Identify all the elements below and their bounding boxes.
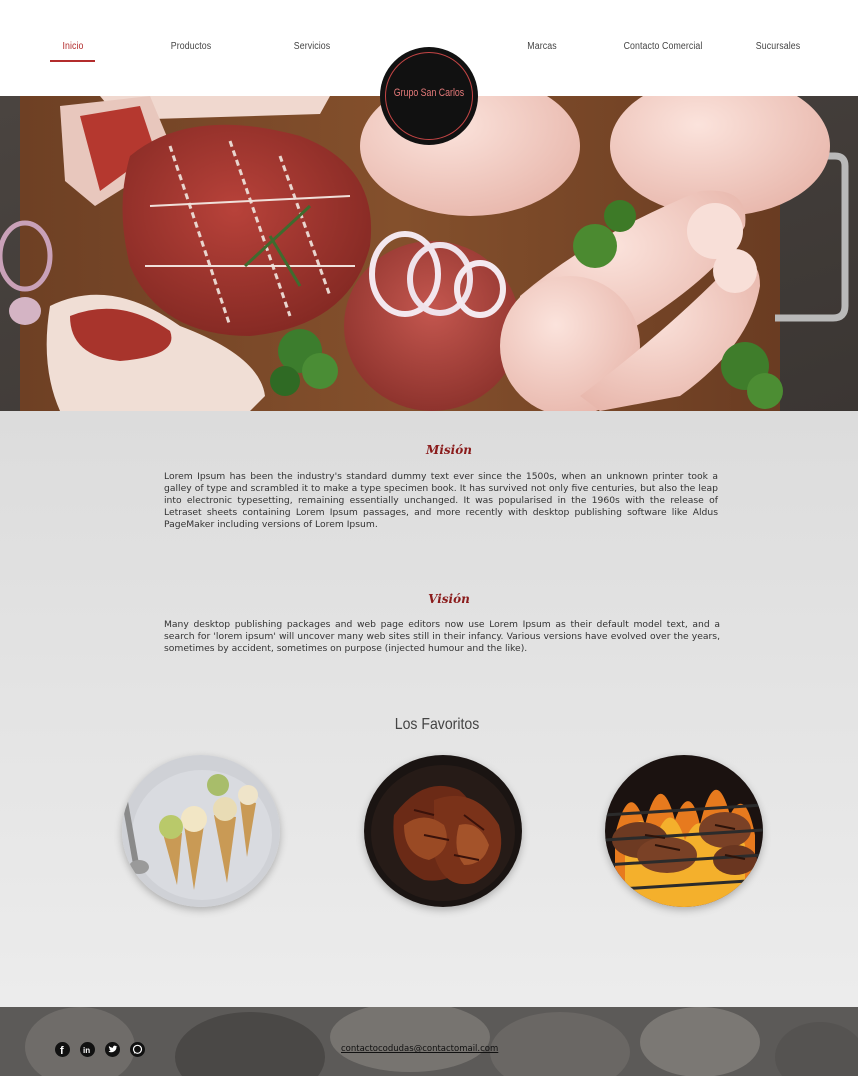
svg-text:in: in — [83, 1046, 90, 1055]
nav-servicios[interactable]: Servicios — [286, 41, 339, 61]
mision-text: Lorem Ipsum has been the industry's stan… — [164, 471, 718, 530]
grilled-chicken-image — [364, 755, 522, 907]
nav-inicio[interactable]: Inicio — [51, 41, 95, 61]
favorites-title-text: Los Favoritos — [394, 716, 480, 733]
facebook-icon[interactable]: f — [55, 1042, 70, 1057]
vision-title: Visión — [428, 592, 470, 606]
main-content: Misión Lorem Ipsum has been the industry… — [0, 411, 858, 1007]
twitter-icon[interactable] — [105, 1042, 120, 1057]
footer-background-image — [0, 1007, 858, 1076]
nav-sucursales[interactable]: Sucursales — [752, 41, 805, 61]
nav-active-underline — [50, 60, 95, 62]
contact-email-link[interactable]: contactocodudas@contactomail.com — [341, 1044, 498, 1054]
ice-cream-image — [122, 755, 280, 907]
site-logo[interactable]: Grupo San Carlos — [380, 47, 478, 145]
nav-contacto-comercial[interactable]: Contacto Comercial — [619, 41, 707, 61]
site-footer: f in contactocodudas@contactomail.com — [0, 1007, 858, 1076]
logo-text: Grupo San Carlos — [393, 87, 465, 99]
favorites-title: Los Favoritos — [0, 716, 858, 734]
favorite-grill[interactable] — [605, 755, 763, 907]
linkedin-icon[interactable]: in — [80, 1042, 95, 1057]
vision-text: Many desktop publishing packages and web… — [164, 619, 720, 654]
svg-text:f: f — [60, 1045, 64, 1057]
nav-productos[interactable]: Productos — [165, 41, 218, 61]
nav-marcas[interactable]: Marcas — [520, 41, 564, 61]
favorite-ice-cream[interactable] — [122, 755, 280, 907]
favorite-grilled-chicken[interactable] — [364, 755, 522, 907]
grill-image — [605, 755, 763, 907]
mision-title: Misión — [426, 443, 472, 457]
whatsapp-icon[interactable] — [130, 1042, 145, 1057]
